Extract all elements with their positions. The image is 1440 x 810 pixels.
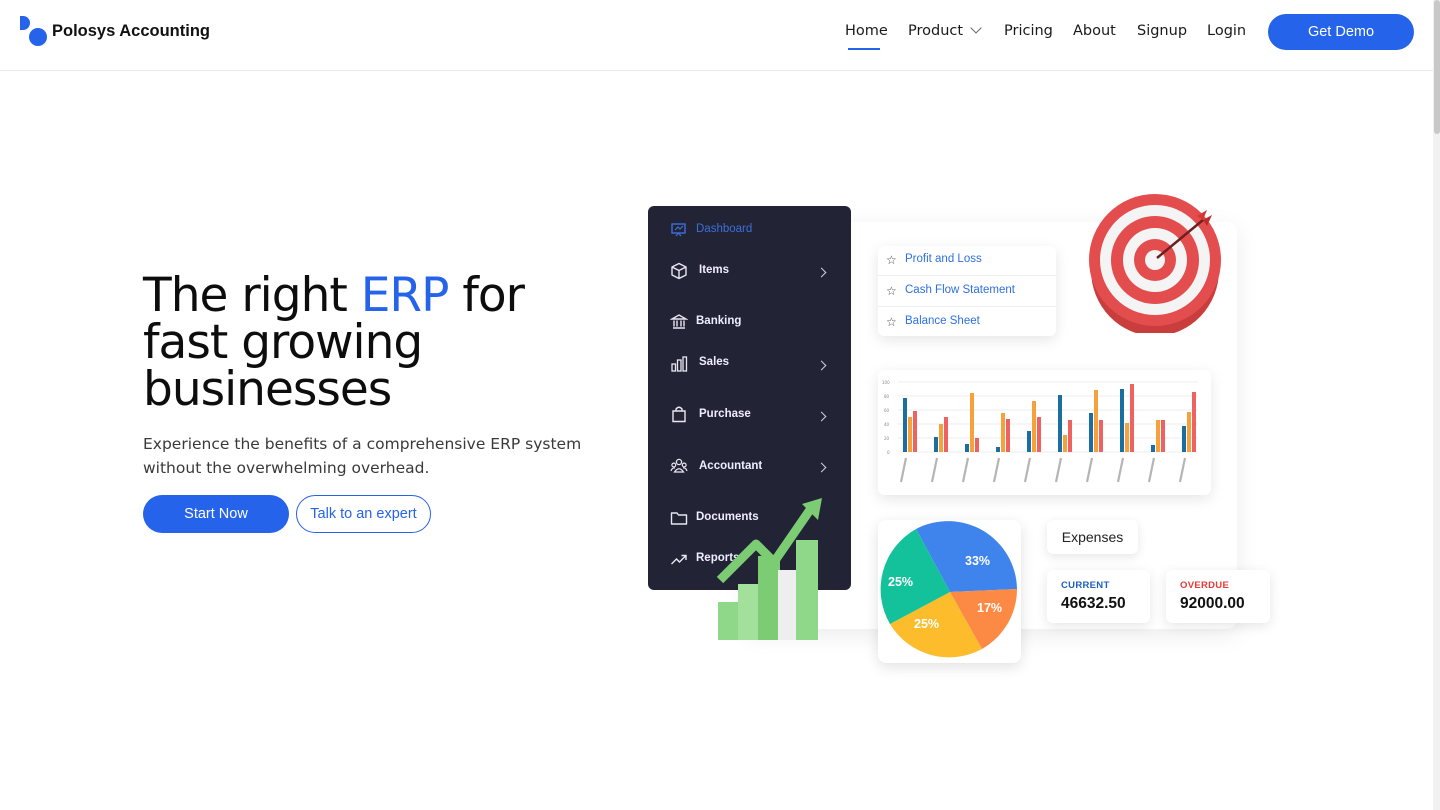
overdue-label: OVERDUE bbox=[1180, 580, 1230, 591]
svg-text:0: 0 bbox=[887, 450, 890, 455]
bag-icon bbox=[672, 406, 686, 423]
nav-signup[interactable]: Signup bbox=[1137, 23, 1187, 39]
users-icon bbox=[670, 458, 688, 473]
chevron-right-icon bbox=[816, 411, 827, 422]
report-row-cash-flow: ☆ Cash Flow Statement bbox=[878, 277, 1056, 307]
hero-subtitle: Experience the benefits of a comprehensi… bbox=[143, 435, 582, 477]
overdue-stat-card: OVERDUE 92000.00 bbox=[1166, 570, 1270, 623]
bank-icon bbox=[670, 314, 688, 329]
svg-text:20: 20 bbox=[884, 436, 890, 441]
bar-chart-card: 100 80 60 40 20 0 bbox=[878, 370, 1211, 495]
reports-menu-card: ☆ Profit and Loss ☆ Cash Flow Statement … bbox=[878, 246, 1056, 336]
nav-product[interactable]: Product bbox=[908, 22, 982, 39]
folder-icon bbox=[670, 512, 688, 525]
nav-home[interactable]: Home bbox=[845, 23, 888, 39]
report-row-balance-sheet: ☆ Balance Sheet bbox=[878, 308, 1056, 338]
active-nav-indicator bbox=[848, 48, 880, 50]
nav-pricing[interactable]: Pricing bbox=[1004, 23, 1053, 39]
star-icon: ☆ bbox=[886, 253, 897, 267]
target-icon bbox=[1089, 194, 1221, 333]
svg-text:60: 60 bbox=[884, 408, 890, 413]
trend-icon bbox=[671, 554, 687, 565]
growth-chart-icon bbox=[716, 498, 822, 640]
current-stat-card: CURRENT 46632.50 bbox=[1047, 570, 1150, 623]
svg-text:100: 100 bbox=[882, 380, 890, 385]
sidebar-item-banking: Banking bbox=[696, 315, 742, 327]
nav-product-label: Product bbox=[908, 23, 964, 39]
site-header: Polosys Accounting Home Product Pricing … bbox=[0, 0, 1440, 71]
current-label: CURRENT bbox=[1061, 580, 1110, 591]
sidebar-item-purchase: Purchase bbox=[699, 408, 751, 420]
report-label: Cash Flow Statement bbox=[905, 284, 1015, 296]
report-label: Profit and Loss bbox=[905, 253, 982, 265]
pie-label: 17% bbox=[977, 601, 1002, 615]
bar-chart-icon bbox=[671, 356, 688, 372]
svg-text:80: 80 bbox=[884, 394, 890, 399]
bar-chart-illustration: 100 80 60 40 20 0 bbox=[882, 380, 1198, 483]
pie-chart-card: 33% 17% 25% 25% bbox=[878, 520, 1021, 663]
pie-label: 33% bbox=[965, 554, 990, 568]
svg-text:40: 40 bbox=[884, 422, 890, 427]
report-label: Balance Sheet bbox=[905, 315, 980, 327]
chevron-right-icon bbox=[816, 360, 827, 371]
sidebar-item-accountant: Accountant bbox=[699, 460, 763, 472]
current-value: 46632.50 bbox=[1061, 595, 1126, 612]
pie-label: 25% bbox=[888, 575, 913, 589]
start-now-button[interactable]: Start Now bbox=[143, 495, 289, 533]
logo-mark-icon bbox=[20, 16, 50, 50]
talk-to-expert-button[interactable]: Talk to an expert bbox=[296, 495, 431, 533]
expenses-label: Expenses bbox=[1047, 520, 1138, 554]
pie-chart-illustration: 33% 17% 25% 25% bbox=[880, 521, 1017, 658]
get-demo-button[interactable]: Get Demo bbox=[1268, 14, 1414, 50]
report-row-profit-loss: ☆ Profit and Loss bbox=[878, 246, 1056, 276]
nav-login[interactable]: Login bbox=[1207, 23, 1246, 39]
overdue-value: 92000.00 bbox=[1180, 595, 1245, 612]
scrollbar-thumb[interactable] bbox=[1434, 0, 1440, 134]
sidebar-item-sales: Sales bbox=[699, 356, 730, 368]
pie-label: 25% bbox=[914, 617, 939, 631]
chevron-down-icon bbox=[970, 22, 982, 34]
chevron-right-icon bbox=[816, 462, 827, 473]
dashboard-icon bbox=[671, 223, 686, 237]
star-icon: ☆ bbox=[886, 315, 897, 329]
chevron-right-icon bbox=[816, 267, 827, 278]
brand-name: Polosys Accounting bbox=[52, 22, 210, 40]
brand-logo[interactable]: Polosys Accounting bbox=[20, 16, 220, 50]
hero-title: The right ERP for fast growing businesse… bbox=[143, 272, 583, 413]
sidebar-item-items: Items bbox=[699, 264, 730, 276]
sidebar-item-dashboard: Dashboard bbox=[696, 223, 753, 235]
nav-about[interactable]: About bbox=[1073, 23, 1116, 39]
cube-icon bbox=[671, 262, 687, 280]
star-icon: ☆ bbox=[886, 284, 897, 298]
